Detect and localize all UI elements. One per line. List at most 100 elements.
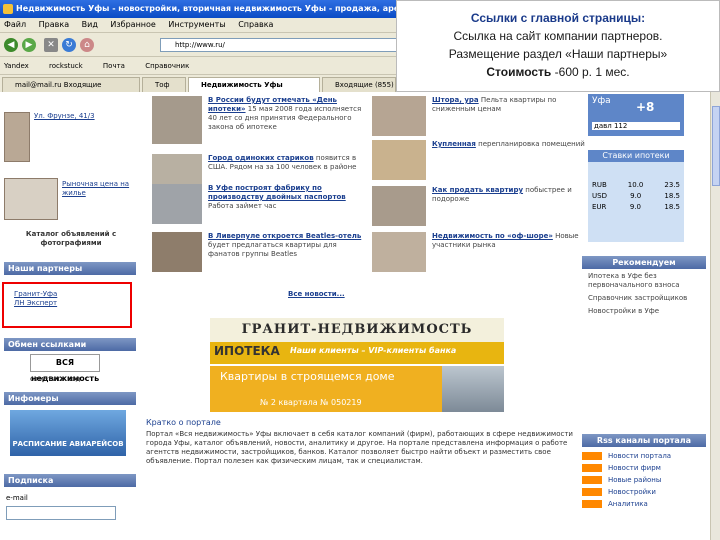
recommend-list: Ипотека в Уфе без первоначального взноса…	[588, 272, 706, 316]
tab-tof[interactable]: Тоф	[142, 77, 186, 92]
flights-banner[interactable]: РАСПИСАНИЕ АВИАРЕЙСОВ	[10, 410, 126, 456]
article-item: Штора, ура Пельта квартиры по сниженным …	[372, 96, 586, 142]
partner-link-granit[interactable]: Гранит-Уфа	[14, 290, 57, 299]
overlay-line-4: Стоимость -600 р. 1 мес.	[397, 63, 719, 81]
rss-label: Новости портала	[608, 452, 672, 460]
granit-banner[interactable]: ГРАНИТ-НЕДВИЖИМОСТЬ ИПОТЕКА Наши клиенты…	[210, 318, 504, 364]
overlay-line-2: Ссылка на сайт компании партнеров.	[453, 29, 663, 43]
tab-inbox[interactable]: Входящие (855)	[322, 77, 396, 92]
recommend-item[interactable]: Ипотека в Уфе без первоначального взноса	[588, 272, 706, 290]
news-title[interactable]: В Ливерпуле откроется Beatles-отель	[208, 232, 361, 240]
news-photo	[152, 232, 202, 272]
back-arrow-icon[interactable]: ◀	[4, 38, 18, 52]
rate-row: EUR 9.0 18.5	[592, 202, 680, 213]
rss-list: Новости портала Новости фирм Новые район…	[582, 450, 702, 510]
catalog-link[interactable]: Каталог объявлений с фотографиями	[14, 230, 128, 248]
stop-icon[interactable]: ✕	[44, 38, 58, 52]
bookmark-yandex[interactable]: Yandex	[4, 62, 29, 70]
about-section: Кратко о портале Портал «Вся недвижимост…	[146, 418, 576, 466]
home-icon[interactable]: ⌂	[80, 38, 94, 52]
newbuild-banner[interactable]: Квартиры в строящемся доме № 2 квартала …	[210, 366, 504, 412]
rate-min: 10.0	[627, 181, 644, 189]
links-note: отметить код	[30, 375, 81, 383]
rss-item[interactable]: Новые районы	[582, 474, 702, 486]
banner-slogan: Наши клиенты – VIP-клиенты банка	[290, 346, 457, 355]
left-column: Ул. Фрунзе, 41/3 Рыночная цена на жилье …	[0, 92, 140, 540]
links-logo[interactable]: ВСЯ недвижимость	[30, 354, 100, 383]
recommend-header: Рекомендуем	[582, 256, 706, 269]
weather-city: Уфа	[592, 96, 611, 106]
rate-bank: EUR	[592, 203, 607, 211]
weather-pressure: давл 112	[592, 122, 680, 130]
article-title[interactable]: Штора, ура	[432, 96, 479, 104]
scrollbar-thumb[interactable]	[712, 106, 720, 186]
news-item: В Уфе построят фабрику по производству д…	[152, 184, 368, 228]
news-item: В Ливерпуле откроется Beatles-отель буде…	[152, 232, 368, 276]
rss-item[interactable]: Аналитика	[582, 498, 702, 510]
menu-edit[interactable]: Правка	[39, 20, 69, 29]
recommend-item[interactable]: Новостройки в Уфе	[588, 307, 706, 316]
partner-link-expert[interactable]: ЛН Эксперт	[14, 299, 57, 308]
article-item: Как продать квартиру побыстрее и подорож…	[372, 186, 586, 232]
bookmark-rockstuck[interactable]: rockstuck	[49, 62, 83, 70]
article-title[interactable]: Купленная	[432, 140, 476, 148]
news-text: будет предлагаться квартиры для фанатов …	[208, 241, 337, 258]
bookmark-directory[interactable]: Справочник	[145, 62, 189, 70]
rss-header: Rss каналы портала	[582, 434, 706, 447]
rss-icon	[582, 500, 602, 508]
rss-label: Новостройки	[608, 488, 656, 496]
rss-icon	[582, 476, 602, 484]
rate-min: 9.0	[630, 192, 642, 200]
news-title[interactable]: В Уфе построят фабрику по производству д…	[208, 184, 346, 201]
overlay-line-3: Размещение раздел «Наши партнеры»	[448, 47, 668, 61]
browser-window: Недвижимость Уфы - новостройки, вторична…	[0, 0, 720, 540]
newbuild-title: Квартиры в строящемся доме	[220, 370, 395, 383]
page-content: Ул. Фрунзе, 41/3 Рыночная цена на жилье …	[0, 92, 710, 540]
menu-help[interactable]: Справка	[238, 20, 273, 29]
recommend-item[interactable]: Справочник застройщиков	[588, 294, 706, 303]
house-photo	[4, 112, 30, 162]
address-input[interactable]: http://www.ru/	[160, 38, 400, 52]
menu-favorites[interactable]: Избранное	[110, 20, 155, 29]
rss-item[interactable]: Новости портала	[582, 450, 702, 462]
rss-item[interactable]: Новостройки	[582, 486, 702, 498]
article-photo	[372, 186, 426, 226]
rss-label: Новости фирм	[608, 464, 661, 472]
partners-header: Наши партнеры	[4, 262, 136, 275]
rss-icon	[582, 488, 602, 496]
news-title[interactable]: Город одиноких стариков	[208, 154, 314, 162]
article-title[interactable]: Как продать квартиру	[432, 186, 523, 194]
overlay-price-label: Стоимость	[486, 65, 552, 79]
all-news-link[interactable]: Все новости...	[288, 290, 345, 298]
menu-tools[interactable]: Инструменты	[168, 20, 225, 29]
article-photo	[372, 232, 426, 272]
rate-bank: RUB	[592, 181, 607, 189]
email-input[interactable]	[6, 506, 116, 520]
rates-title: Ставки ипотеки	[588, 150, 684, 162]
rate-max: 18.5	[664, 192, 680, 200]
left-item-2[interactable]: Рыночная цена на жилье	[62, 180, 136, 198]
forward-arrow-icon[interactable]: ▶	[22, 38, 36, 52]
browser-icon	[3, 4, 13, 14]
refresh-icon[interactable]: ↻	[62, 38, 76, 52]
ipoteka-label: ИПОТЕКА	[214, 344, 280, 358]
news-text: Работа займет час	[208, 202, 277, 210]
article-photo	[372, 140, 426, 180]
weather-temp: +8	[636, 100, 655, 114]
news-item: В России будут отмечать «День ипотеки» 1…	[152, 96, 368, 152]
overlay-price: -600 р. 1 мес.	[551, 65, 630, 79]
rss-icon	[582, 464, 602, 472]
rate-max: 18.5	[664, 203, 680, 211]
tab-mail[interactable]: mail@mail.ru Входящие	[2, 77, 140, 92]
menu-view[interactable]: Вид	[82, 20, 98, 29]
weather-widget[interactable]: Уфа +8 давл 112	[588, 94, 684, 136]
bookmark-mail[interactable]: Почта	[103, 62, 125, 70]
article-title[interactable]: Недвижимость по «оф-шоре»	[432, 232, 553, 240]
vertical-scrollbar[interactable]	[710, 92, 720, 540]
links-header: Обмен ссылками	[4, 338, 136, 351]
left-item-1[interactable]: Ул. Фрунзе, 41/3	[34, 112, 134, 121]
tab-realty[interactable]: Недвижимость Уфы	[188, 77, 320, 92]
rate-max: 23.5	[664, 181, 680, 189]
rss-item[interactable]: Новости фирм	[582, 462, 702, 474]
menu-file[interactable]: Файл	[4, 20, 26, 29]
